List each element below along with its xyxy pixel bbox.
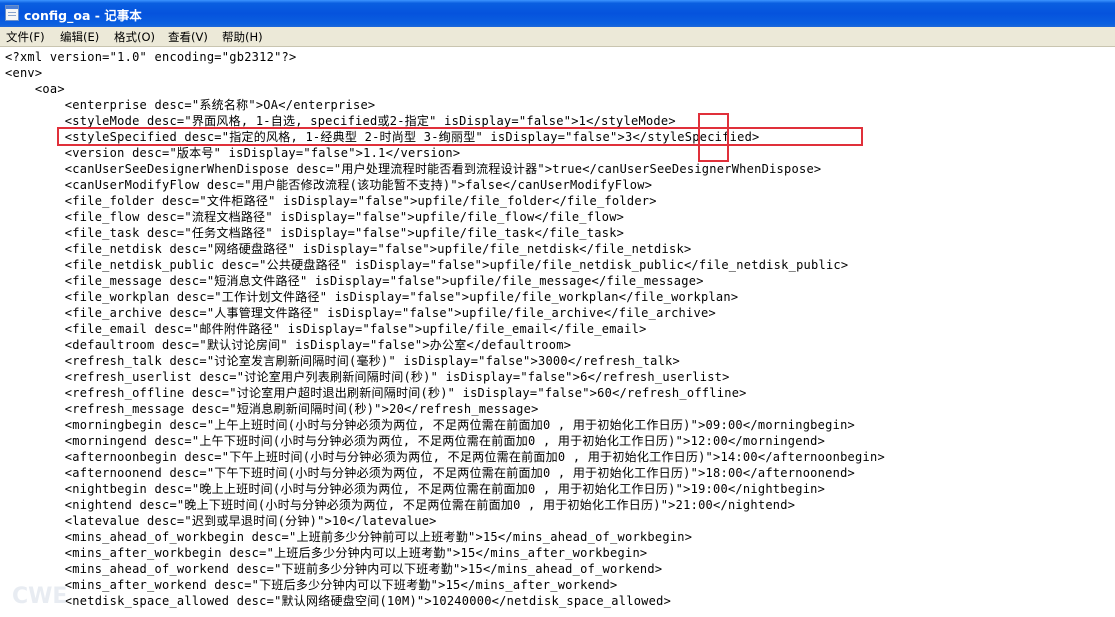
text-line: <afternoonbegin desc="下午上班时间(小时与分钟必须为两位,… xyxy=(5,450,885,464)
text-line: <canUserModifyFlow desc="用户能否修改流程(该功能暂不支… xyxy=(5,178,653,192)
text-line: <canUserSeeDesignerWhenDispose desc="用户处… xyxy=(5,162,822,176)
text-line: <file_workplan desc="工作计划文件路径" isDisplay… xyxy=(5,290,739,304)
text-line: <morningend desc="上午下班时间(小时与分钟必须为两位, 不足两… xyxy=(5,434,826,448)
text-line: <file_netdisk_public desc="公共硬盘路径" isDis… xyxy=(5,258,849,272)
menu-file[interactable]: 文件(F) xyxy=(6,29,45,45)
text-line: <file_folder desc="文件柜路径" isDisplay="fal… xyxy=(5,194,657,208)
text-line: <file_task desc="任务文档路径" isDisplay="fals… xyxy=(5,226,625,240)
text-line: <file_netdisk desc="网络硬盘路径" isDisplay="f… xyxy=(5,242,692,256)
text-line: <file_message desc="短消息文件路径" isDisplay="… xyxy=(5,274,704,288)
text-line: <oa> xyxy=(5,82,65,96)
window-title: config_oa - 记事本 xyxy=(24,8,142,23)
menu-format[interactable]: 格式(O) xyxy=(114,29,155,45)
text-line: <mins_ahead_of_workend desc="下班前多少分钟内可以下… xyxy=(5,562,663,576)
text-line: <file_flow desc="流程文档路径" isDisplay="fals… xyxy=(5,210,625,224)
text-editor[interactable]: <?xml version="1.0" encoding="gb2312"?> <… xyxy=(0,47,1115,617)
text-line: <mins_after_workbegin desc="上班后多少分钟内可以上班… xyxy=(5,546,648,560)
text-line: <refresh_offline desc="讨论室用户超时退出刷新间隔时间(秒… xyxy=(5,386,747,400)
title-bar[interactable]: config_oa - 记事本 xyxy=(0,0,1115,27)
text-line: <file_archive desc="人事管理文件路径" isDisplay=… xyxy=(5,306,716,320)
watermark: CWE xyxy=(12,584,68,609)
text-line: <refresh_userlist desc="讨论室用户列表刷新间隔时间(秒)… xyxy=(5,370,730,384)
text-line: <netdisk_space_allowed desc="默认网络硬盘空间(10… xyxy=(5,594,672,608)
text-line: <enterprise desc="系统名称">OA</enterprise> xyxy=(5,98,376,112)
text-line: <morningbegin desc="上午上班时间(小时与分钟必须为两位, 不… xyxy=(5,418,856,432)
text-line: <defaultroom desc="默认讨论房间" isDisplay="fa… xyxy=(5,338,572,352)
text-line: <version desc="版本号" isDisplay="false">1.… xyxy=(5,146,461,160)
text-line: <mins_after_workend desc="下班后多少分钟内可以下班考勤… xyxy=(5,578,618,592)
menu-edit[interactable]: 编辑(E) xyxy=(60,29,99,45)
text-line: <env> xyxy=(5,66,43,80)
text-line: <file_email desc="邮件附件路径" isDisplay="fal… xyxy=(5,322,647,336)
menu-view[interactable]: 查看(V) xyxy=(168,29,208,45)
highlight-box-line xyxy=(57,127,863,146)
notepad-icon xyxy=(5,5,19,21)
text-line: <refresh_message desc="短消息刷新间隔时间(秒)">20<… xyxy=(5,402,539,416)
text-line: <mins_ahead_of_workbegin desc="上班前多少分钟前可… xyxy=(5,530,693,544)
highlight-box-value xyxy=(698,113,729,162)
text-line: <latevalue desc="迟到或早退时间(分钟)">10</lateva… xyxy=(5,514,437,528)
text-line: <afternoonend desc="下午下班时间(小时与分钟必须为两位, 不… xyxy=(5,466,856,480)
text-line: <?xml version="1.0" encoding="gb2312"?> xyxy=(5,50,297,64)
text-line: <nightend desc="晚上下班时间(小时与分钟必须为两位, 不足两位需… xyxy=(5,498,796,512)
text-line: <nightbegin desc="晚上上班时间(小时与分钟必须为两位, 不足两… xyxy=(5,482,826,496)
menu-help[interactable]: 帮助(H) xyxy=(222,29,263,45)
text-line: <refresh_talk desc="讨论室发言刷新间隔时间(毫秒)" isD… xyxy=(5,354,680,368)
menu-bar: 文件(F) 编辑(E) 格式(O) 查看(V) 帮助(H) xyxy=(0,27,1115,47)
